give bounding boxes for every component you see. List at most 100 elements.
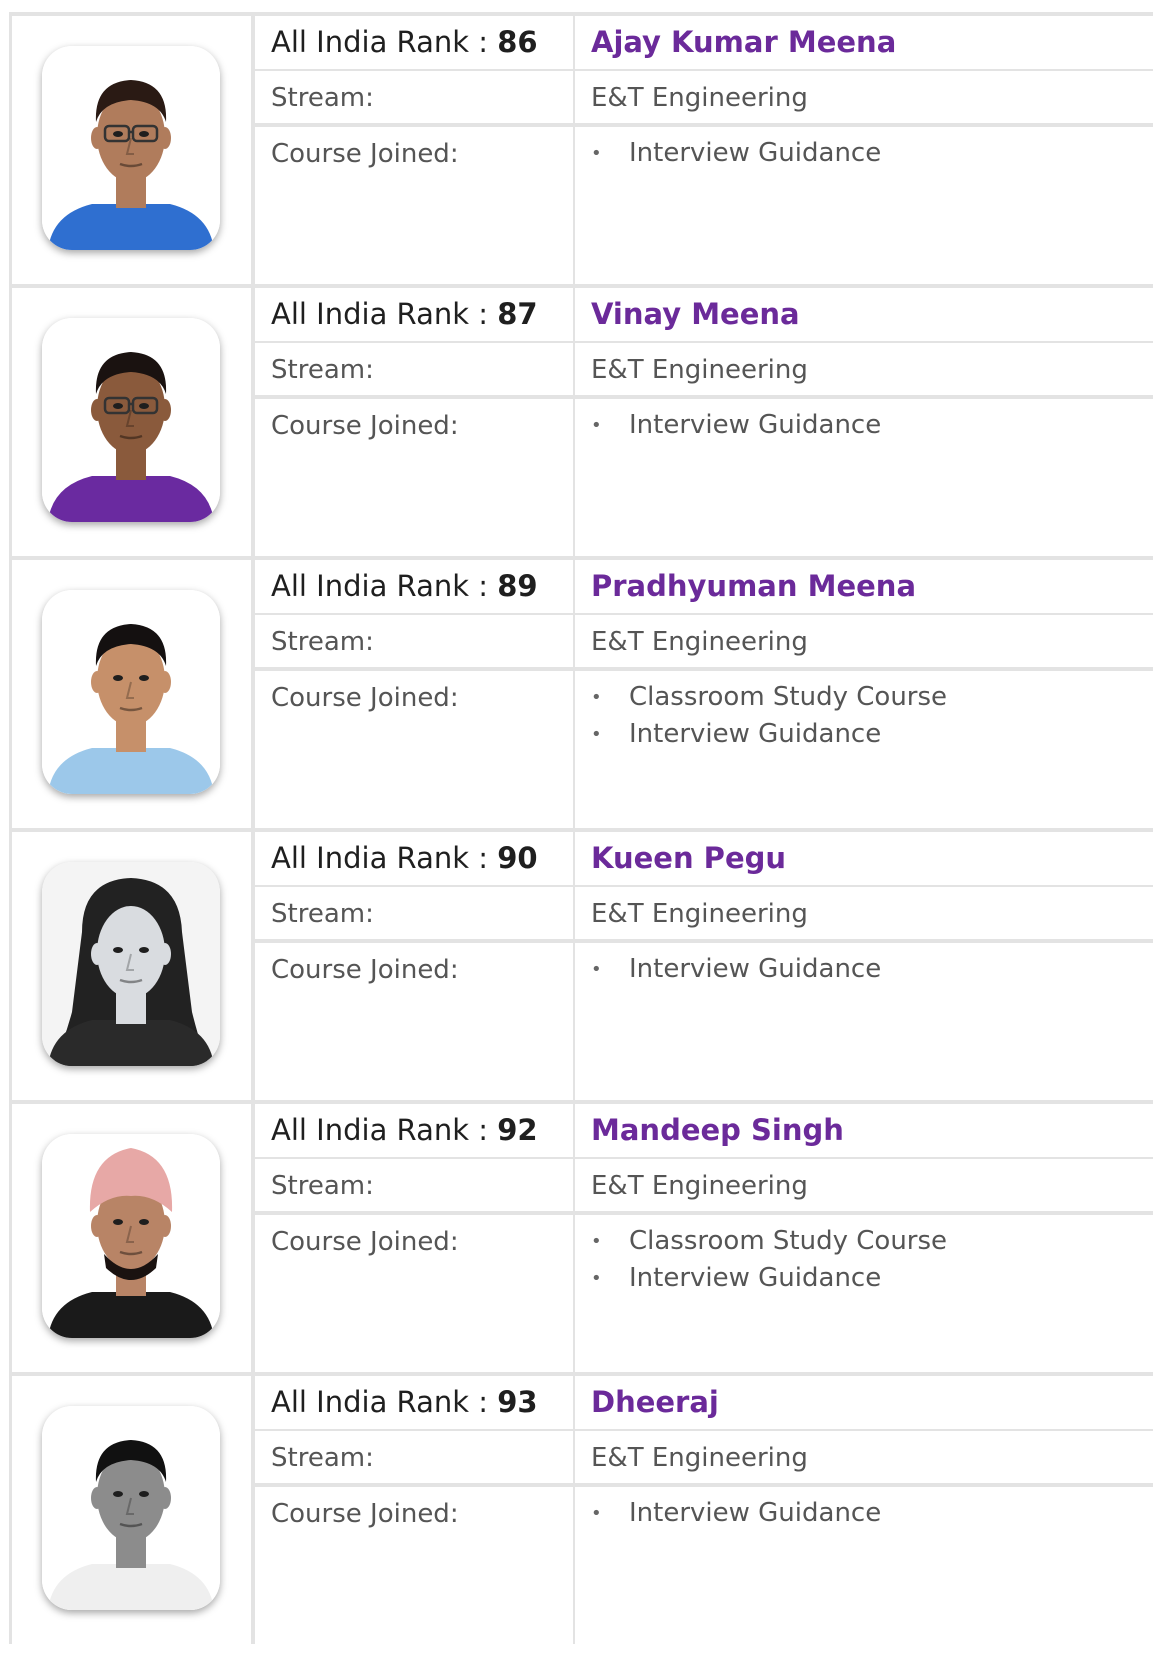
rank-value: 92 (497, 1113, 538, 1147)
course-item: • Interview Guidance (591, 951, 881, 988)
stream-value: E&T Engineering (591, 1171, 808, 1201)
bullet-icon: • (591, 724, 602, 745)
student-photo (42, 862, 220, 1066)
name-cell: Pradhyuman Meena (575, 560, 1153, 615)
course-name: Interview Guidance (629, 1498, 882, 1528)
student-photo (42, 1134, 220, 1338)
course-name: Interview Guidance (629, 138, 882, 168)
course-name: Interview Guidance (629, 410, 882, 440)
stream-label-cell: Stream: (255, 71, 575, 127)
stream-label: Stream: (271, 899, 374, 929)
bullet-icon: • (591, 959, 602, 980)
rank-value: 87 (497, 297, 538, 331)
student-name: Mandeep Singh (591, 1113, 844, 1147)
photo-cell (9, 832, 255, 1100)
photo-cell (9, 16, 255, 284)
rank-label: All India Rank : (271, 841, 498, 875)
stream-value-cell: E&T Engineering (575, 615, 1153, 671)
rank-cell: All India Rank : 93 (255, 1376, 575, 1431)
stream-label-cell: Stream: (255, 1431, 575, 1487)
photo-cell (9, 288, 255, 556)
course-list: • Interview Guidance (591, 951, 881, 988)
name-cell: Ajay Kumar Meena (575, 16, 1153, 71)
course-name: Interview Guidance (629, 719, 882, 749)
bullet-icon: • (591, 1503, 602, 1524)
stream-label-cell: Stream: (255, 887, 575, 943)
course-item: • Interview Guidance (591, 716, 947, 753)
rank-text: All India Rank : 93 (271, 1385, 538, 1419)
course-value-cell: • Interview Guidance (575, 943, 1153, 1100)
stream-label-cell: Stream: (255, 1159, 575, 1215)
stream-label: Stream: (271, 1443, 374, 1473)
stream-label-cell: Stream: (255, 343, 575, 399)
rank-cell: All India Rank : 90 (255, 832, 575, 887)
course-label-cell: Course Joined: (255, 943, 575, 1100)
student-row: All India Rank : 93 Dheeraj Stream: E&T Eng… (9, 1372, 1153, 1644)
student-photo (42, 1406, 220, 1610)
portrait-illustration (42, 46, 220, 250)
portrait-illustration (42, 318, 220, 522)
stream-label: Stream: (271, 355, 374, 385)
student-name: Kueen Pegu (591, 841, 787, 875)
student-name: Ajay Kumar Meena (591, 25, 897, 59)
stream-value-cell: E&T Engineering (575, 1159, 1153, 1215)
course-label: Course Joined: (271, 139, 459, 169)
course-value-cell: • Interview Guidance (575, 127, 1153, 284)
student-photo (42, 318, 220, 522)
rank-value: 93 (497, 1385, 538, 1419)
rank-label: All India Rank : (271, 569, 498, 603)
course-label-cell: Course Joined: (255, 1215, 575, 1372)
rank-label: All India Rank : (271, 1113, 498, 1147)
bullet-icon: • (591, 143, 602, 164)
rank-value: 90 (497, 841, 538, 875)
stream-value-cell: E&T Engineering (575, 343, 1153, 399)
rank-cell: All India Rank : 89 (255, 560, 575, 615)
name-cell: Dheeraj (575, 1376, 1153, 1431)
stream-value-cell: E&T Engineering (575, 71, 1153, 127)
student-row: All India Rank : 87 Vinay Meena Stream: E&T… (9, 284, 1153, 556)
rank-cell: All India Rank : 92 (255, 1104, 575, 1159)
stream-value: E&T Engineering (591, 355, 808, 385)
rank-text: All India Rank : 92 (271, 1113, 538, 1147)
toppers-list: All India Rank : 86 Ajay Kumar Meena Strea… (9, 12, 1153, 1644)
bullet-icon: • (591, 1268, 602, 1289)
rank-cell: All India Rank : 87 (255, 288, 575, 343)
course-item: • Interview Guidance (591, 407, 881, 444)
course-label: Course Joined: (271, 1227, 459, 1257)
rank-value: 89 (497, 569, 538, 603)
course-value-cell: • Classroom Study Course • Interview Guidan… (575, 671, 1153, 828)
rank-label: All India Rank : (271, 1385, 498, 1419)
course-name: Classroom Study Course (629, 1226, 948, 1256)
stream-label: Stream: (271, 1171, 374, 1201)
student-row: All India Rank : 90 Kueen Pegu Stream: E&T … (9, 828, 1153, 1100)
name-cell: Mandeep Singh (575, 1104, 1153, 1159)
student-photo (42, 46, 220, 250)
portrait-illustration (42, 862, 220, 1066)
bullet-icon: • (591, 415, 602, 436)
bullet-icon: • (591, 1231, 602, 1252)
course-label: Course Joined: (271, 411, 459, 441)
student-row: All India Rank : 86 Ajay Kumar Meena Strea… (9, 12, 1153, 284)
course-item: • Interview Guidance (591, 1260, 947, 1297)
course-list: • Interview Guidance (591, 407, 881, 444)
stream-label: Stream: (271, 83, 374, 113)
course-label: Course Joined: (271, 1499, 459, 1529)
course-item: • Classroom Study Course (591, 679, 947, 716)
course-label-cell: Course Joined: (255, 671, 575, 828)
rank-cell: All India Rank : 86 (255, 16, 575, 71)
course-item: • Interview Guidance (591, 135, 881, 172)
course-value-cell: • Interview Guidance (575, 1487, 1153, 1644)
photo-cell (9, 1376, 255, 1644)
course-value-cell: • Interview Guidance (575, 399, 1153, 556)
student-row: All India Rank : 92 Mandeep Singh Stream: E… (9, 1100, 1153, 1372)
photo-cell (9, 560, 255, 828)
course-name: Interview Guidance (629, 1263, 882, 1293)
course-name: Classroom Study Course (629, 682, 948, 712)
course-name: Interview Guidance (629, 954, 882, 984)
course-item: • Interview Guidance (591, 1495, 881, 1532)
course-list: • Classroom Study Course • Interview Guidan… (591, 679, 947, 753)
rank-label: All India Rank : (271, 25, 498, 59)
student-row: All India Rank : 89 Pradhyuman Meena Strea… (9, 556, 1153, 828)
rank-value: 86 (497, 25, 538, 59)
course-label-cell: Course Joined: (255, 127, 575, 284)
